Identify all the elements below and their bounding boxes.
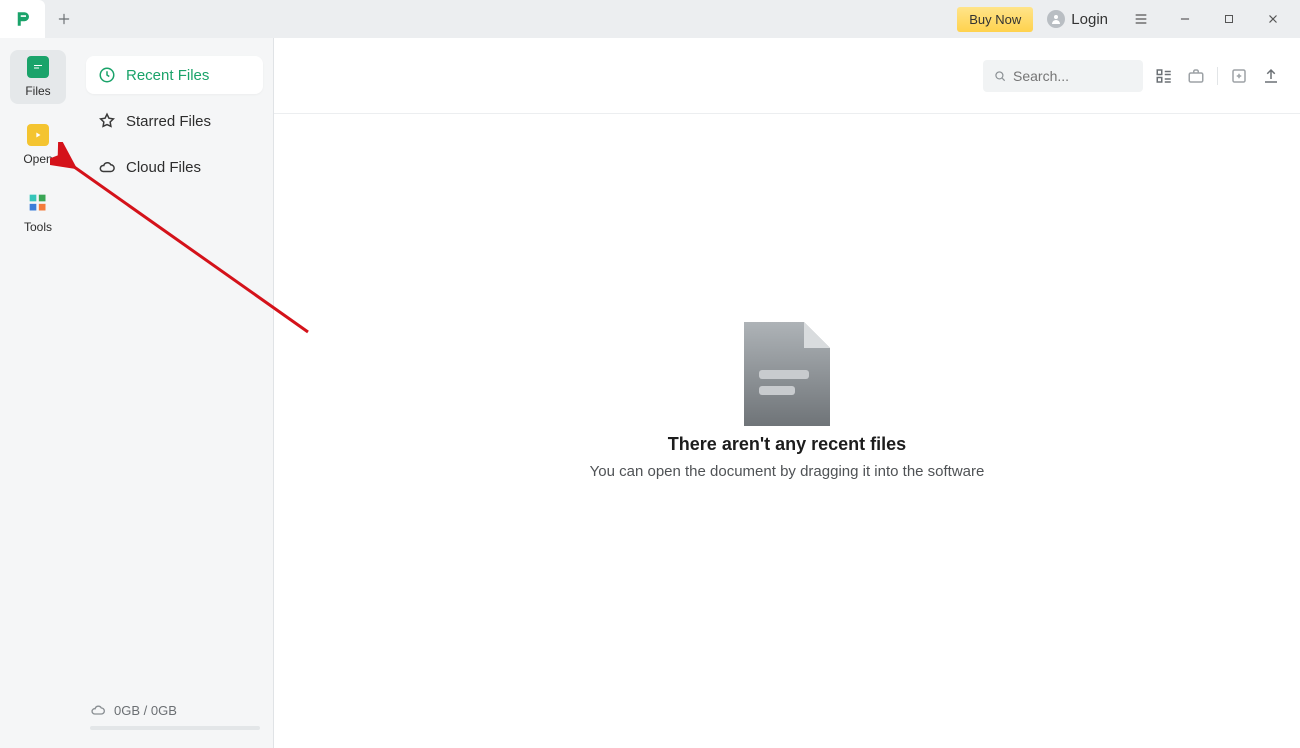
maximize-icon — [1223, 13, 1235, 25]
login-button[interactable]: Login — [1039, 6, 1116, 32]
close-icon — [1266, 12, 1280, 26]
rail-item-files[interactable]: Files — [10, 50, 66, 104]
grid-list-icon — [1155, 67, 1173, 85]
sidebar-item-label: Starred Files — [126, 113, 211, 130]
sidebar-item-starred-files[interactable]: Starred Files — [86, 102, 263, 140]
tools-grid-icon — [27, 192, 49, 214]
toolbar-separator — [1217, 67, 1218, 85]
left-rail: Files Open Tools — [0, 38, 76, 748]
close-window-button[interactable] — [1254, 4, 1292, 34]
minimize-window-button[interactable] — [1166, 4, 1204, 34]
buy-now-button[interactable]: Buy Now — [957, 7, 1033, 32]
briefcase-icon — [1187, 67, 1205, 85]
sidebar-item-recent-files[interactable]: Recent Files — [86, 56, 263, 94]
storage-text: 0GB / 0GB — [114, 703, 177, 718]
minimize-icon — [1178, 12, 1192, 26]
main-pane: There aren't any recent files You can op… — [274, 38, 1300, 748]
storage-bar — [90, 726, 260, 730]
cloud-icon — [90, 702, 106, 718]
search-icon — [993, 69, 1007, 83]
search-input[interactable] — [1013, 68, 1123, 84]
storage-indicator: 0GB / 0GB — [86, 702, 263, 722]
open-folder-icon — [27, 124, 49, 146]
login-label: Login — [1071, 11, 1108, 28]
hamburger-icon — [1133, 11, 1149, 27]
rail-label: Files — [25, 84, 50, 98]
sidebar-item-label: Cloud Files — [126, 159, 201, 176]
cloud-icon — [98, 158, 116, 176]
sidebar-item-label: Recent Files — [126, 67, 209, 84]
plus-icon — [57, 12, 71, 26]
app-logo-icon — [14, 10, 32, 28]
title-bar: Buy Now Login — [0, 0, 1300, 38]
star-icon — [98, 112, 116, 130]
maximize-window-button[interactable] — [1210, 4, 1248, 34]
files-icon — [27, 56, 49, 78]
rail-label: Open — [23, 152, 52, 166]
new-tab-button[interactable] — [45, 0, 83, 38]
sidebar: Recent Files Starred Files Cloud Files 0… — [76, 38, 274, 748]
empty-subtitle: You can open the document by dragging it… — [590, 463, 985, 480]
file-plus-icon — [1230, 67, 1248, 85]
user-avatar-icon — [1047, 10, 1065, 28]
rail-item-tools[interactable]: Tools — [10, 186, 66, 240]
empty-document-icon — [744, 322, 830, 426]
rail-label: Tools — [24, 220, 52, 234]
empty-title: There aren't any recent files — [668, 434, 906, 455]
empty-state: There aren't any recent files You can op… — [274, 84, 1300, 718]
sidebar-item-cloud-files[interactable]: Cloud Files — [86, 148, 263, 186]
clock-icon — [98, 66, 116, 84]
hamburger-menu-button[interactable] — [1122, 4, 1160, 34]
active-tab[interactable] — [0, 0, 45, 38]
rail-item-open[interactable]: Open — [10, 118, 66, 172]
upload-icon — [1262, 67, 1280, 85]
